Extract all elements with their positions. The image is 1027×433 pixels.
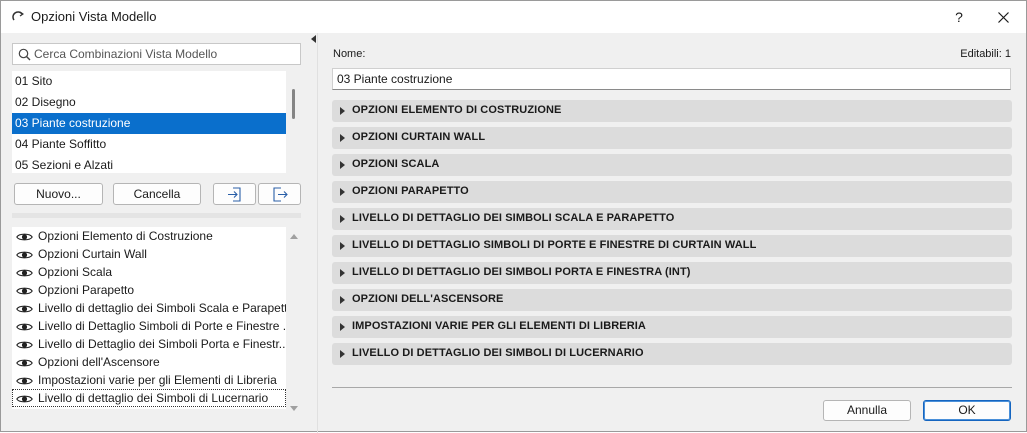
option-set-label: Livello di Dettaglio Simboli di Porte e … [38,319,286,333]
expand-arrow-icon [340,161,345,169]
eye-icon[interactable] [16,394,33,404]
title-bar: Opzioni Vista Modello ? [1,1,1026,33]
footer-divider [332,387,1012,388]
option-set-label: Livello di dettaglio dei Simboli Scala e… [38,301,286,315]
option-set-item[interactable]: Opzioni Scala [12,263,286,281]
eye-icon[interactable] [16,340,33,350]
section-header[interactable]: OPZIONI SCALA [332,154,1012,176]
section-header[interactable]: LIVELLO DI DETTAGLIO SIMBOLI DI PORTE E … [332,235,1012,257]
combination-item[interactable]: 04 Piante Soffitto [12,134,286,155]
name-field[interactable]: 03 Piante costruzione [332,68,1011,90]
section-title: OPZIONI DELL'ASCENSORE [352,293,504,305]
eye-icon[interactable] [16,358,33,368]
option-set-item[interactable]: Opzioni dell'Ascensore [12,353,286,371]
option-set-item[interactable]: Opzioni Curtain Wall [12,245,286,263]
combination-list[interactable]: 01 Sito 02 Disegno 03 Piante costruzione 04… [12,71,286,173]
option-set-item[interactable]: Livello di dettaglio dei Simboli di Luce… [12,389,286,407]
section-header[interactable]: LIVELLO DI DETTAGLIO DEI SIMBOLI DI LUCE… [332,343,1012,365]
scroll-up-icon[interactable] [289,232,299,240]
expand-arrow-icon [340,134,345,142]
eye-icon[interactable] [16,286,33,296]
ok-button[interactable]: OK [923,400,1011,421]
section-title: LIVELLO DI DETTAGLIO DEI SIMBOLI SCALA E… [352,212,675,224]
section-header[interactable]: LIVELLO DI DETTAGLIO DEI SIMBOLI SCALA E… [332,208,1012,230]
search-icon [18,48,31,61]
option-set-item[interactable]: Livello di Dettaglio Simboli di Porte e … [12,317,286,335]
combination-item[interactable]: 02 Disegno [12,92,286,113]
section-title: LIVELLO DI DETTAGLIO DEI SIMBOLI DI LUCE… [352,347,644,359]
section-title: OPZIONI PARAPETTO [352,185,469,197]
section-header[interactable]: IMPOSTAZIONI VARIE PER GLI ELEMENTI DI L… [332,316,1012,338]
delete-button[interactable]: Cancella [113,183,201,205]
panel-splitter[interactable] [12,213,301,218]
scroll-down-icon[interactable] [289,405,299,413]
option-set-item[interactable]: Impostazioni varie per gli Elementi di L… [12,371,286,389]
expand-arrow-icon [340,269,345,277]
dialog-title: Opzioni Vista Modello [31,9,157,24]
option-set-item[interactable]: Livello di Dettaglio dei Simboli Porta e… [12,335,286,353]
new-button[interactable]: Nuovo... [14,183,103,205]
editable-count: Editabili: 1 [960,48,1011,60]
section-header[interactable]: LIVELLO DI DETTAGLIO DEI SIMBOLI PORTA E… [332,262,1012,284]
section-title: OPZIONI CURTAIN WALL [352,131,486,143]
expand-arrow-icon [340,323,345,331]
option-set-list[interactable]: Opzioni Elemento di Costruzione Opzioni C… [12,227,286,409]
import-icon [228,187,241,202]
section-title: LIVELLO DI DETTAGLIO DEI SIMBOLI PORTA E… [352,266,691,278]
eye-icon[interactable] [16,322,33,332]
combination-item[interactable]: 05 Sezioni e Alzati [12,155,286,173]
section-header[interactable]: OPZIONI CURTAIN WALL [332,127,1012,149]
combination-list-scrollbar[interactable] [292,89,295,119]
eye-icon[interactable] [16,250,33,260]
expand-arrow-icon [340,296,345,304]
combination-item[interactable]: 03 Piante costruzione [12,113,286,134]
section-title: LIVELLO DI DETTAGLIO SIMBOLI DI PORTE E … [352,239,757,251]
expand-arrow-icon [340,350,345,358]
option-set-item[interactable]: Opzioni Elemento di Costruzione [12,227,286,245]
section-title: OPZIONI ELEMENTO DI COSTRUZIONE [352,104,562,116]
option-set-label: Livello di Dettaglio dei Simboli Porta e… [38,337,286,351]
model-view-options-dialog: Opzioni Vista Modello ? 01 Sito02 Disegn… [0,0,1027,433]
search-input[interactable] [34,46,294,62]
option-set-item[interactable]: Opzioni Parapetto [12,281,286,299]
section-header[interactable]: OPZIONI ELEMENTO DI COSTRUZIONE [332,100,1012,122]
expand-arrow-icon [340,107,345,115]
option-set-label: Livello di dettaglio dei Simboli di Luce… [38,391,269,405]
combination-item[interactable]: 01 Sito [12,71,286,92]
eye-icon[interactable] [16,268,33,278]
eye-icon[interactable] [16,304,33,314]
app-icon [12,11,24,21]
section-title: IMPOSTAZIONI VARIE PER GLI ELEMENTI DI L… [352,320,646,332]
option-set-label: Opzioni Parapetto [38,283,135,297]
help-button[interactable]: ? [946,5,972,29]
name-label: Nome: [333,48,366,60]
option-set-label: Opzioni Curtain Wall [38,247,147,261]
section-header[interactable]: OPZIONI PARAPETTO [332,181,1012,203]
expand-arrow-icon [340,188,345,196]
close-button[interactable] [989,5,1017,29]
eye-icon[interactable] [16,376,33,386]
option-set-item[interactable]: Livello di dettaglio dei Simboli Scala e… [12,299,286,317]
option-set-label: Opzioni Elemento di Costruzione [38,229,213,243]
close-icon [998,12,1009,23]
export-button[interactable] [258,183,301,205]
option-set-label: Impostazioni varie per gli Elementi di L… [38,373,277,387]
cancel-button[interactable]: Annulla [823,400,911,421]
option-set-label: Opzioni Scala [38,265,113,279]
expand-arrow-icon [340,242,345,250]
expand-arrow-icon [340,215,345,223]
import-button[interactable] [213,183,256,205]
section-title: OPZIONI SCALA [352,158,440,170]
option-set-label: Opzioni dell'Ascensore [38,355,160,369]
search-box[interactable] [12,43,301,65]
vertical-divider [317,33,318,433]
export-icon [273,187,288,202]
eye-icon[interactable] [16,232,33,242]
section-header[interactable]: OPZIONI DELL'ASCENSORE [332,289,1012,311]
